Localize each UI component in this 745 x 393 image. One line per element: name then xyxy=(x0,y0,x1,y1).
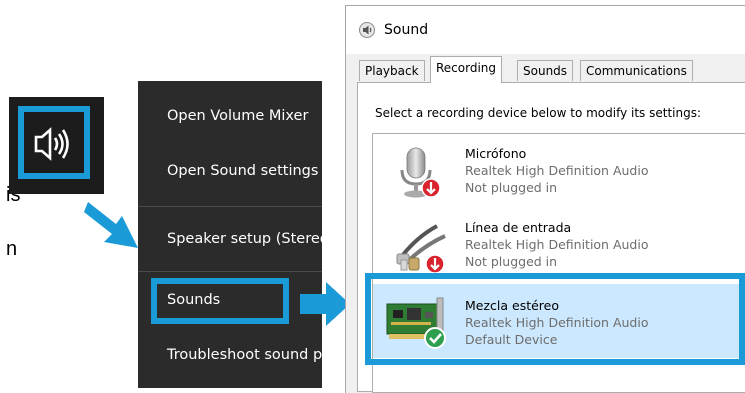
menu-item-open-volume-mixer[interactable]: Open Volume Mixer xyxy=(167,108,308,124)
tab-playback[interactable]: Playback xyxy=(359,60,425,81)
sound-app-icon xyxy=(359,22,375,38)
tab-sounds[interactable]: Sounds xyxy=(517,60,574,81)
instruction-text: Select a recording device below to modif… xyxy=(375,106,702,120)
device-name: Micrófono xyxy=(465,146,527,161)
microphone-icon xyxy=(400,147,441,198)
line-in-icon xyxy=(396,224,446,274)
device-name: Línea de entrada xyxy=(465,220,572,235)
menu-item-speaker-setup[interactable]: Speaker setup (Stereo) xyxy=(167,231,322,247)
menu-separator xyxy=(138,271,322,272)
dialog-title: Sound xyxy=(384,22,429,38)
menu-separator xyxy=(138,206,322,207)
tab-communications[interactable]: Communications xyxy=(580,60,693,81)
list-item[interactable]: Línea de entrada Realtek High Definition… xyxy=(373,210,745,280)
context-menu: Open Volume Mixer Open Sound settings Sp… xyxy=(138,81,322,388)
arrow-to-menu xyxy=(84,202,138,248)
device-driver: Realtek High Definition Audio xyxy=(465,163,649,178)
device-status: Not plugged in xyxy=(465,254,558,269)
highlight-box xyxy=(365,273,745,365)
device-driver: Realtek High Definition Audio xyxy=(465,237,649,252)
highlight-box xyxy=(151,278,289,324)
speaker-icon[interactable] xyxy=(34,125,74,163)
menu-item-open-sound-settings[interactable]: Open Sound settings xyxy=(167,163,318,179)
title-bar: Sound xyxy=(346,6,745,54)
tab-recording[interactable]: Recording xyxy=(430,56,503,83)
taskbar-tray xyxy=(9,97,104,194)
cutoff-text-line-2: n xyxy=(6,238,18,260)
device-status: Not plugged in xyxy=(465,180,558,195)
menu-item-troubleshoot[interactable]: Troubleshoot sound problems xyxy=(167,347,322,363)
list-item[interactable]: Micrófono Realtek High Definition Audio … xyxy=(373,136,745,206)
